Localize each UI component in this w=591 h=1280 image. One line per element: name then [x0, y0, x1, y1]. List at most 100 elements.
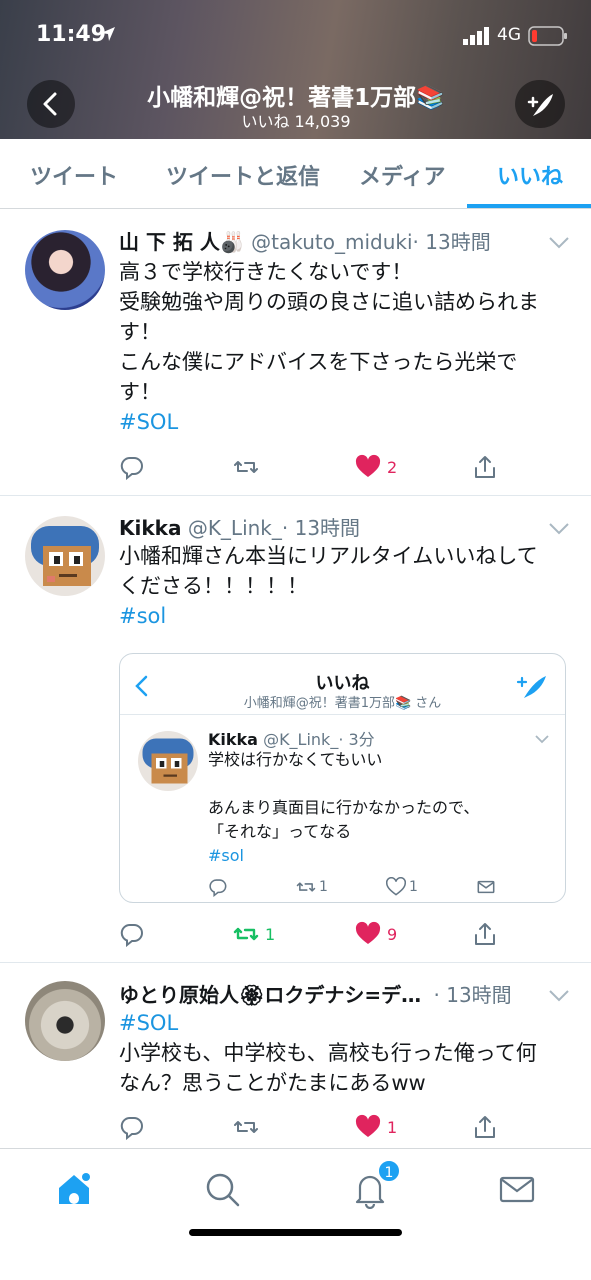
embed-subtitle: 小幡和輝@祝！著書1万部📚 さん: [243, 696, 442, 711]
reply-button[interactable]: [119, 1112, 145, 1142]
network-type: 4G: [497, 25, 521, 45]
like-button[interactable]: 9: [355, 919, 397, 949]
status-bar: 11:49 4G: [0, 22, 591, 52]
display-name[interactable]: 山 下 拓 人🎳: [119, 230, 245, 254]
share-button[interactable]: [472, 452, 498, 482]
tweet-line: 小学校も、中学校も、高校も行った俺って何: [119, 1041, 537, 1065]
reply-button[interactable]: [119, 452, 145, 482]
tab-media[interactable]: メディア: [359, 159, 445, 191]
retweet-button: 1: [296, 876, 328, 898]
compose-tweet-button[interactable]: [515, 80, 565, 128]
pixel-art-avatar-icon: [31, 526, 99, 586]
tweet-header: ゆとり原始人🏵ロクデナシ=デ… · 13時間: [119, 979, 512, 1008]
tweet-line: 受験勉強や周りの頭の良さに追い詰められま: [119, 290, 539, 314]
heart-filled-icon: [355, 921, 381, 944]
profile-name: 小幡和輝@祝！著書1万部📚: [147, 85, 445, 111]
handle[interactable]: @K_Link_: [188, 516, 282, 540]
search-icon[interactable]: [202, 1169, 242, 1209]
embed-tweet-text: 学校は行かなくてもいい あんまり真面目に行かなかったので、 「それな」ってなる …: [208, 748, 548, 868]
timestamp: · 13時間: [433, 983, 512, 1007]
tweet-line: 高３で学校行きたくないです！: [119, 260, 413, 284]
tweet-line: くださる！！！！！: [119, 574, 308, 598]
embedded-screenshot[interactable]: いいね 小幡和輝@祝！著書1万部📚 さん Kikka @K_Link_· 3分 …: [119, 653, 566, 903]
reply-icon: [120, 456, 143, 480]
bottom-tab-bar: 1: [0, 1148, 591, 1280]
compose-quill-icon: [516, 676, 546, 698]
hashtag-link[interactable]: #SOL: [119, 1008, 564, 1038]
tweet[interactable]: Kikka @K_Link_· 13時間 小幡和輝さん本当にリアルタイムいいねし…: [0, 496, 591, 963]
retweet-button[interactable]: 1: [233, 919, 275, 949]
tab-tweets[interactable]: ツイート: [30, 159, 118, 191]
avatar: [138, 731, 198, 791]
tweet-line: なん？思うことがたまにあるww: [119, 1071, 426, 1095]
share-icon: [475, 1116, 495, 1138]
display-name[interactable]: ゆとり原始人🏵ロクデナシ=デ…: [119, 983, 421, 1007]
chevron-down-icon[interactable]: [548, 236, 570, 250]
chevron-down-icon[interactable]: [548, 522, 570, 536]
profile-tabs: ツイート ツイートと返信 メディア いいね: [0, 139, 591, 209]
like-count: 1: [409, 879, 418, 895]
tab-tweets-and-replies[interactable]: ツイートと返信: [166, 159, 320, 191]
avatar[interactable]: [25, 516, 105, 596]
display-name[interactable]: Kikka: [119, 516, 181, 540]
tweet-line: あんまり真面目に行かなかったので、: [208, 798, 480, 817]
share-button[interactable]: [472, 1112, 498, 1142]
retweet-icon: [234, 1121, 258, 1133]
home-indicator[interactable]: [189, 1229, 402, 1236]
tweet-text: 小幡和輝さん本当にリアルタイムいいねして くださる！！！！！ #sol: [119, 541, 564, 631]
tweet[interactable]: ゆとり原始人🏵ロクデナシ=デ… · 13時間 #SOL 小学校も、中学校も、高校…: [0, 963, 591, 1148]
back-button[interactable]: [27, 80, 75, 128]
share-icon: [475, 456, 495, 478]
envelope-icon: [477, 880, 495, 894]
active-tab-indicator: [467, 204, 591, 208]
tweet-actions: 1 9: [119, 919, 559, 949]
retweet-button[interactable]: [233, 1112, 259, 1142]
like-button: 1: [386, 876, 418, 898]
handle[interactable]: @takuto_miduki: [251, 230, 412, 254]
heart-outline-icon: [386, 877, 406, 896]
reply-button[interactable]: [119, 919, 145, 949]
tweet-text: 高３で学校行きたくないです！ 受験勉強や周りの頭の良さに追い詰められま す！ こ…: [119, 257, 564, 437]
retweet-button[interactable]: [233, 452, 259, 482]
reply-icon: [120, 923, 143, 947]
reply-icon: [120, 1116, 143, 1140]
home-icon[interactable]: [54, 1169, 94, 1209]
like-count: 9: [387, 924, 398, 944]
tab-likes[interactable]: いいね: [497, 159, 563, 191]
retweet-icon: [234, 461, 258, 473]
tweet-line: す！: [119, 320, 161, 344]
tweet[interactable]: 山 下 拓 人🎳 @takuto_miduki· 13時間 高３で学校行きたくな…: [0, 210, 591, 496]
direct-message-button: [476, 876, 496, 898]
like-button[interactable]: 2: [355, 452, 397, 482]
timestamp: · 13時間: [281, 516, 361, 540]
retweet-count: 1: [265, 924, 276, 944]
avatar[interactable]: [25, 230, 105, 310]
chevron-down-icon[interactable]: [548, 989, 570, 1003]
location-arrow-icon: [101, 27, 115, 41]
tweet-line: 学校は行かなくてもいい: [208, 750, 383, 769]
like-count: 1: [387, 1117, 398, 1137]
tweet-header: Kikka @K_Link_· 13時間: [119, 512, 360, 541]
tweet-line: す！: [119, 380, 161, 404]
tweet-line: 小幡和輝さん本当にリアルタイムいいねして: [119, 544, 538, 568]
tweet-header: 山 下 拓 人🎳 @takuto_miduki· 13時間: [119, 226, 491, 255]
tweet-line: こんな僕にアドバイスを下さったら光栄で: [119, 350, 518, 374]
tweet-line: 「それな」ってなる: [208, 822, 352, 841]
avatar[interactable]: [25, 981, 105, 1061]
compose-quill-icon: [527, 94, 553, 116]
share-button[interactable]: [472, 919, 498, 949]
messages-envelope-icon[interactable]: [497, 1169, 537, 1209]
share-icon: [475, 923, 495, 945]
retweet-icon: [296, 882, 316, 892]
heart-filled-icon: [355, 454, 381, 477]
hashtag-link: #sol: [208, 846, 244, 865]
embed-header: いいね 小幡和輝@祝！著書1万部📚 さん: [120, 654, 565, 715]
hashtag-link[interactable]: #SOL: [119, 407, 564, 437]
like-button[interactable]: 1: [355, 1112, 397, 1142]
retweet-icon: [233, 927, 259, 941]
battery-icon: [528, 26, 567, 46]
tweet-actions: 1: [119, 1112, 559, 1142]
hashtag-link[interactable]: #sol: [119, 601, 564, 631]
chevron-left-icon: [43, 92, 57, 116]
